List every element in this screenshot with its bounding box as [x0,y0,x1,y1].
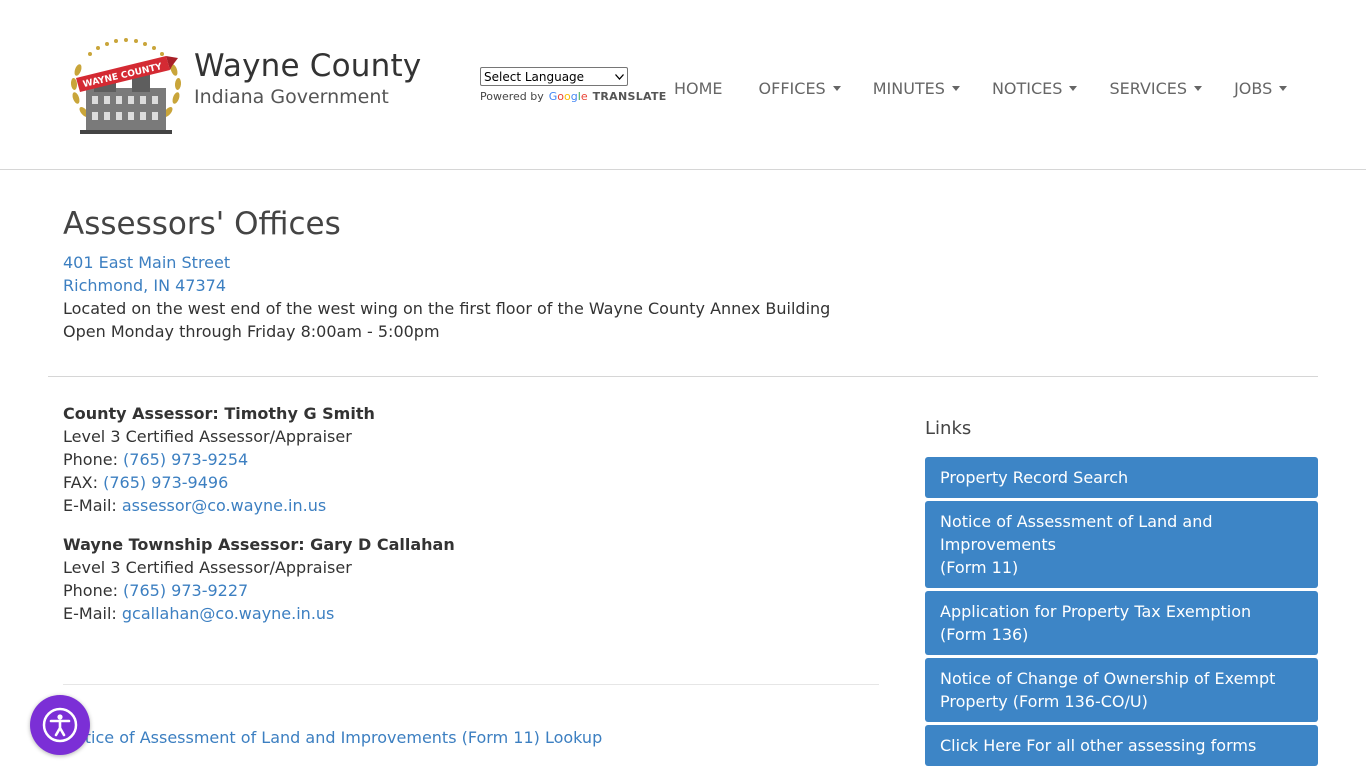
form-136-button[interactable]: Application for Property Tax Exemption (… [925,591,1318,655]
powered-by-label: Powered by [480,90,544,103]
email-link[interactable]: assessor@co.wayne.in.us [122,496,326,515]
all-assessing-forms-button[interactable]: Click Here For all other assessing forms [925,725,1318,766]
button-label: Property Record Search [940,468,1129,487]
contact-fax-row: FAX: (765) 973-9496 [63,471,375,494]
content-divider [63,684,879,685]
accessibility-button[interactable] [30,695,90,755]
contact-email-row: E-Mail: assessor@co.wayne.in.us [63,494,375,517]
fax-label: FAX: [63,473,99,492]
main-nav: HOME OFFICES MINUTES NOTICES SERVICES JO… [660,76,1305,100]
caret-down-icon [832,85,841,91]
nav-offices[interactable]: OFFICES [745,76,859,100]
fax-link[interactable]: (765) 973-9496 [103,473,228,492]
nav-jobs-label: JOBS [1234,78,1273,98]
form-136-co-u-button[interactable]: Notice of Change of Ownership of Exempt … [925,658,1318,722]
phone-link[interactable]: (765) 973-9254 [123,450,248,469]
nav-services[interactable]: SERVICES [1095,76,1220,100]
caret-down-icon [951,85,960,91]
section-divider [48,376,1318,377]
contact-certification: Level 3 Certified Assessor/Appraiser [63,558,352,577]
caret-down-icon [1194,85,1203,91]
sidebar-links: Property Record Search Notice of Assessm… [925,457,1318,769]
site-subtitle[interactable]: Indiana Government [194,86,389,108]
caret-down-icon [1069,85,1078,91]
nav-notices[interactable]: NOTICES [978,76,1096,100]
office-info: 401 East Main Street Richmond, IN 47374 … [63,251,830,343]
button-label: Improvements [940,535,1056,554]
button-label: (Form 136) [940,625,1029,644]
google-logo[interactable]: Google [549,90,588,103]
button-label: Notice of Assessment of Land and [940,512,1213,531]
translate-label[interactable]: TRANSLATE [593,90,667,103]
google-translate-widget: Select Language Powered by Google TRANSL… [480,67,667,103]
phone-label: Phone: [63,581,118,600]
button-label: Click Here For all other assessing forms [940,736,1257,755]
email-link[interactable]: gcallahan@co.wayne.in.us [122,604,335,623]
address-line1-link[interactable]: 401 East Main Street [63,253,230,272]
contact-county-assessor: County Assessor: Timothy G Smith Level 3… [63,402,375,517]
site-header: WAYNE COUNTY Wayne County Indiana Govern… [0,0,1366,170]
contact-name: County Assessor: Timothy G Smith [63,404,375,423]
contact-email-row: E-Mail: gcallahan@co.wayne.in.us [63,602,455,625]
caret-down-icon [1279,85,1288,91]
chevron-down-icon [615,73,624,80]
accessibility-icon [42,707,78,743]
nav-minutes-label: MINUTES [872,78,945,98]
contact-phone-row: Phone: (765) 973-9227 [63,579,455,602]
email-label: E-Mail: [63,604,117,623]
address-line2-link[interactable]: Richmond, IN 47374 [63,276,226,295]
sidebar-title: Links [925,418,972,439]
nav-services-label: SERVICES [1109,78,1188,98]
form-11-button[interactable]: Notice of Assessment of Land and Improve… [925,501,1318,588]
nav-offices-label: OFFICES [758,78,826,98]
nav-jobs[interactable]: JOBS [1220,76,1305,100]
nav-notices-label: NOTICES [991,78,1063,98]
phone-link[interactable]: (765) 973-9227 [123,581,248,600]
form11-lookup-link[interactable]: Notice of Assessment of Land and Improve… [63,728,602,747]
button-label: Notice of Change of Ownership of Exempt [940,669,1276,688]
button-label: Property (Form 136-CO/U) [940,692,1148,711]
powered-by-translate: Powered by Google TRANSLATE [480,90,667,103]
button-label: Application for Property Tax Exemption [940,602,1252,621]
nav-home[interactable]: HOME [660,76,745,100]
nav-minutes[interactable]: MINUTES [859,76,978,100]
contact-name: Wayne Township Assessor: Gary D Callahan [63,535,455,554]
contact-township-assessor: Wayne Township Assessor: Gary D Callahan… [63,533,455,625]
property-record-search-button[interactable]: Property Record Search [925,457,1318,498]
email-label: E-Mail: [63,496,117,515]
site-title[interactable]: Wayne County [194,48,421,84]
office-hours: Open Monday through Friday 8:00am - 5:00… [63,322,440,341]
contact-phone-row: Phone: (765) 973-9254 [63,448,375,471]
location-note: Located on the west end of the west wing… [63,299,831,318]
page-title: Assessors' Offices [63,206,341,242]
contact-certification: Level 3 Certified Assessor/Appraiser [63,427,352,446]
nav-home-label: HOME [674,78,723,98]
county-seal-logo[interactable]: WAYNE COUNTY [66,38,186,136]
phone-label: Phone: [63,450,118,469]
button-label: (Form 11) [940,558,1019,577]
language-select-value: Select Language [484,69,585,84]
language-select[interactable]: Select Language [480,67,628,86]
